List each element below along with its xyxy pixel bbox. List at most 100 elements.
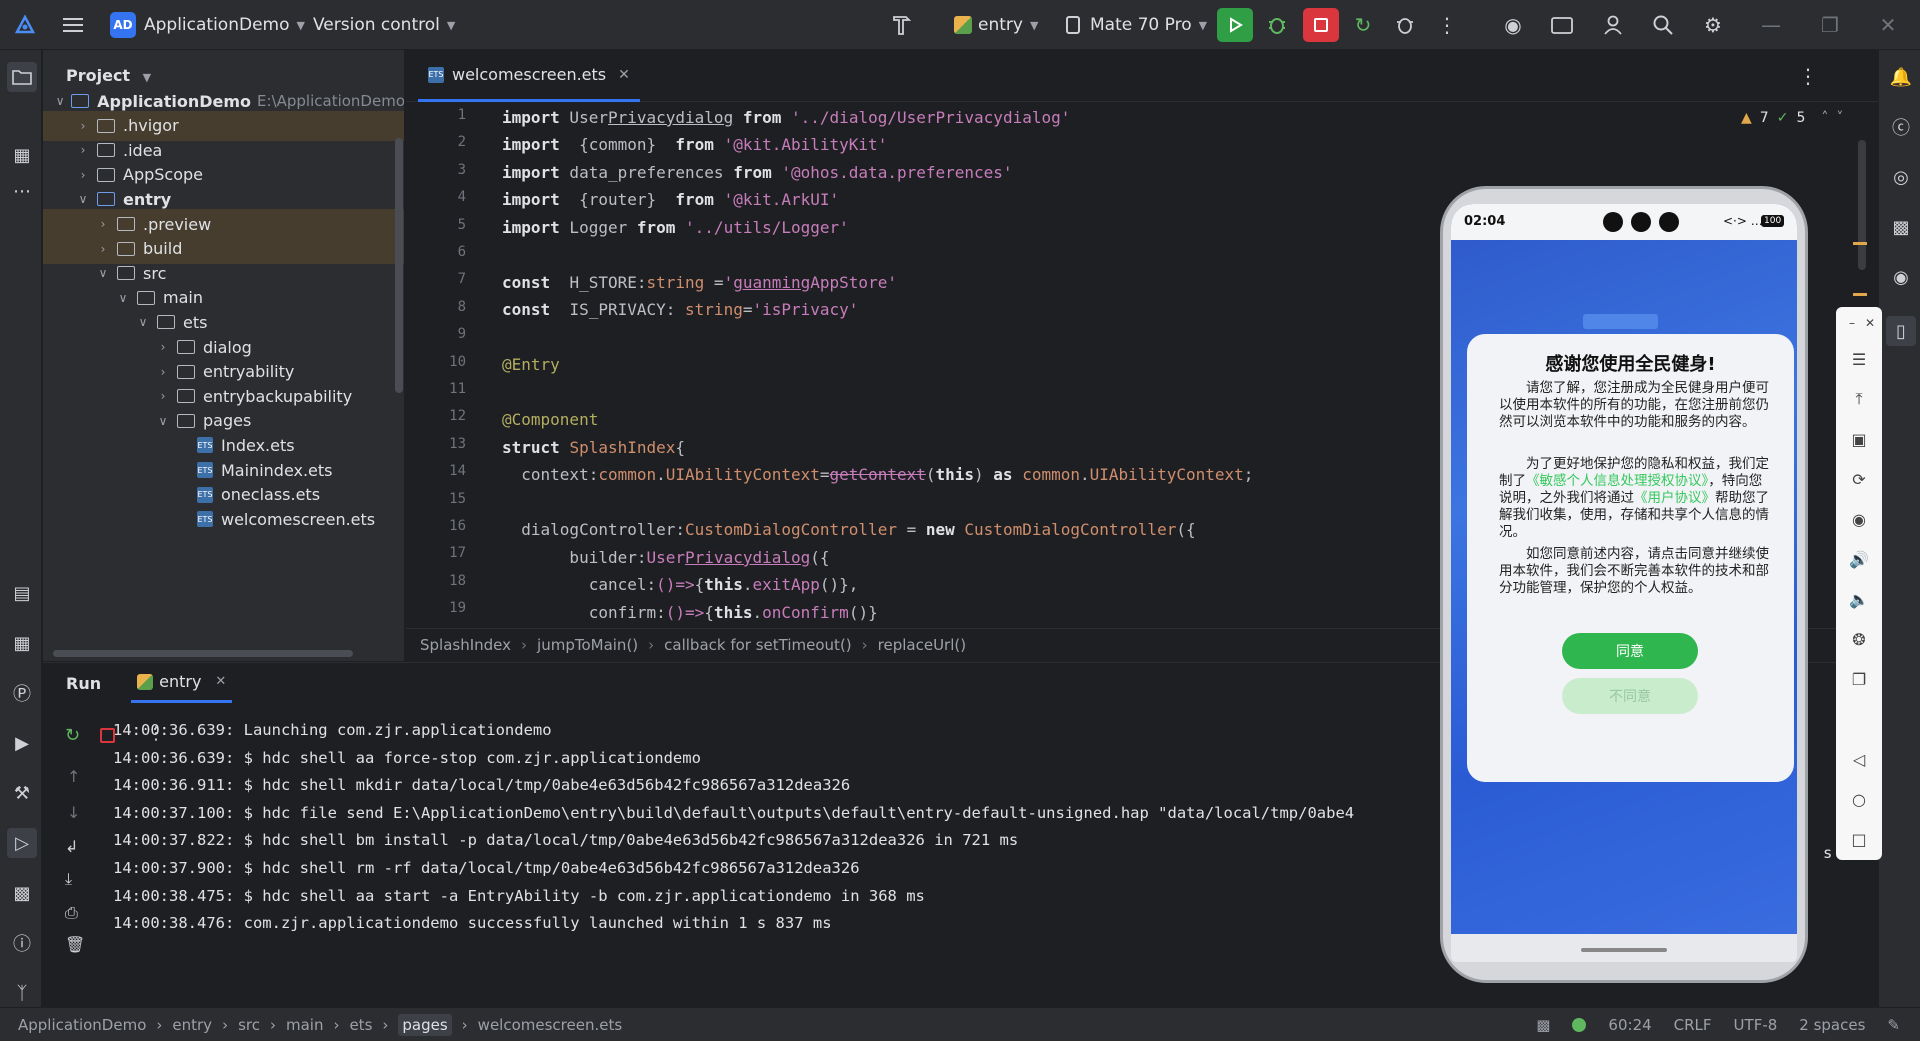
indent-setting[interactable]: 2 spaces	[1799, 1016, 1865, 1034]
collapse-chevron-icon[interactable]: ›	[75, 168, 91, 182]
app-logo-icon[interactable]	[12, 12, 38, 38]
collapse-chevron-icon[interactable]: ›	[155, 365, 171, 379]
readonly-toggle-icon[interactable]: ✎	[1887, 1016, 1900, 1034]
breadcrumb-item[interactable]: replaceUrl()	[878, 636, 966, 654]
device-manager-icon[interactable]	[1550, 12, 1576, 38]
volume-down-icon[interactable]: 🔈	[1849, 589, 1869, 609]
account-icon[interactable]	[1600, 12, 1626, 38]
rotate-icon[interactable]: ⟳	[1849, 469, 1869, 489]
editor-more-icon[interactable]: ⋮	[1798, 64, 1818, 88]
volume-up-icon[interactable]: 🔊	[1849, 549, 1869, 569]
editor-scrollbar[interactable]	[1858, 140, 1866, 270]
tree-hscrollbar[interactable]	[53, 650, 353, 657]
expand-chevron-icon[interactable]: ∨	[155, 414, 171, 428]
multi-window-icon[interactable]: ❐	[1849, 669, 1869, 689]
structure-icon[interactable]: ▦	[9, 142, 35, 168]
sensitive-info-agreement-link[interactable]: 《敏感个人信息处理授权协议》	[1526, 473, 1708, 489]
expand-chevron-icon[interactable]: ∨	[135, 315, 151, 329]
build-icon[interactable]: ⚒	[9, 780, 35, 806]
tree-scrollbar[interactable]	[395, 138, 403, 393]
back-nav-icon[interactable]: ◁	[1849, 749, 1869, 769]
scroll-up-icon[interactable]: ↑	[67, 767, 80, 786]
debug-bug-icon[interactable]	[1264, 12, 1290, 38]
build-hammer-icon[interactable]	[890, 12, 916, 38]
collapse-chevron-icon[interactable]: ›	[155, 340, 171, 354]
project-switcher[interactable]: AD ApplicationDemo ▼	[110, 0, 305, 50]
layout-icon[interactable]: ▦	[9, 630, 35, 656]
breadcrumb-item[interactable]: jumpToMain()	[537, 636, 638, 654]
version-control-menu[interactable]: Version control ▼	[313, 0, 455, 50]
apply-changes-icon[interactable]: ↻	[1350, 12, 1376, 38]
record-icon[interactable]: ◉	[1849, 509, 1869, 529]
rerun-icon[interactable]: ↻	[65, 725, 80, 746]
soft-wrap-icon[interactable]: ↲	[65, 837, 78, 856]
close-tab-icon[interactable]: ✕	[618, 67, 630, 83]
previewer-icon[interactable]: ◎	[1888, 164, 1914, 190]
status-path-item[interactable]: src	[238, 1016, 260, 1034]
notifications-icon[interactable]: 🔔	[1888, 64, 1914, 90]
pin-top-icon[interactable]: ⤒	[1849, 389, 1869, 409]
screenshot-crop-icon[interactable]: ▣	[1849, 429, 1869, 449]
device-screen[interactable]: 02:04 <·> …▮ 100 感谢您使用全民健身! 请您了解，您注册成为全民…	[1451, 204, 1797, 962]
minimize-icon[interactable]: —	[1758, 12, 1784, 38]
device-emulator-icon[interactable]: ▯	[1886, 316, 1916, 346]
device-selector[interactable]: Mate 70 Pro ▼	[1066, 0, 1207, 50]
collapse-chevron-icon[interactable]: ›	[75, 119, 91, 133]
breadcrumb-item[interactable]: SplashIndex	[420, 636, 511, 654]
emulator-minimize-icon[interactable]: –	[1842, 313, 1862, 333]
problems-icon[interactable]: ⓘ	[9, 930, 35, 956]
status-path-item[interactable]: main	[286, 1016, 323, 1034]
terminal-icon[interactable]: ▩	[9, 880, 35, 906]
close-window-icon[interactable]: ✕	[1875, 12, 1901, 38]
more-actions-icon[interactable]: ⋮	[1434, 12, 1460, 38]
home-indicator[interactable]	[1581, 948, 1667, 952]
run-tool-icon[interactable]: ▷	[7, 828, 37, 858]
tree-item[interactable]: ETS welcomescreen.ets	[43, 504, 404, 534]
inspection-widget[interactable]: ▲ 7 ✓ 5 ˄ ˅	[1741, 110, 1843, 126]
profiler-icon[interactable]: ◉	[1500, 12, 1526, 38]
inspector-eye-icon[interactable]: ◉	[1888, 264, 1914, 290]
tab-welcomescreen[interactable]: ETS welcomescreen.ets ✕	[418, 50, 640, 102]
close-tab-icon[interactable]: ✕	[215, 674, 226, 689]
disagree-button[interactable]: 不同意	[1562, 678, 1698, 714]
project-panel-title[interactable]: Project ▼	[66, 66, 151, 85]
tab-run-entry[interactable]: entry ✕	[131, 663, 233, 703]
status-path-item[interactable]: pages	[398, 1013, 452, 1036]
settings-gear-icon[interactable]: ⚙	[1700, 12, 1726, 38]
search-icon[interactable]	[1650, 12, 1676, 38]
emulator-menu-icon[interactable]: ☰	[1849, 349, 1869, 369]
project-folder-icon[interactable]	[7, 62, 37, 92]
status-path-item[interactable]: welcomescreen.ets	[478, 1016, 623, 1034]
expand-chevron-icon[interactable]: ∨	[95, 266, 111, 280]
home-nav-icon[interactable]: ○	[1849, 789, 1869, 809]
maximize-icon[interactable]: ❐	[1817, 12, 1843, 38]
run-config-selector[interactable]: entry ▼	[954, 0, 1038, 50]
fold-icon[interactable]: ❂	[1849, 629, 1869, 649]
attach-debugger-icon[interactable]	[1392, 12, 1418, 38]
run-panel-title[interactable]: Run	[66, 674, 101, 693]
collapse-chevron-icon[interactable]: ›	[155, 389, 171, 403]
more-tools-icon[interactable]: ⋯	[9, 178, 35, 204]
recents-nav-icon[interactable]: □	[1849, 829, 1869, 849]
git-icon[interactable]: ᛉ	[9, 980, 35, 1006]
prev-highlight-icon[interactable]: ˄	[1821, 110, 1828, 126]
main-menu-icon[interactable]	[60, 12, 86, 38]
no-device-icon[interactable]: ▩	[1536, 1016, 1550, 1034]
collapse-chevron-icon[interactable]: ›	[95, 217, 111, 231]
status-path-item[interactable]: entry	[172, 1016, 212, 1034]
user-agreement-link[interactable]: 《用户协议》	[1634, 490, 1715, 506]
todo-icon[interactable]: ▤	[9, 580, 35, 606]
status-path-item[interactable]: ets	[349, 1016, 372, 1034]
collapse-chevron-icon[interactable]: ›	[95, 242, 111, 256]
print-icon[interactable]: ⎙	[65, 903, 78, 923]
expand-chevron-icon[interactable]: ∨	[55, 94, 65, 108]
rerun-button[interactable]	[1217, 8, 1253, 42]
codegenie-icon[interactable]: ⓒ	[1888, 114, 1914, 140]
line-separator[interactable]: CRLF	[1674, 1016, 1712, 1034]
profiler-p-icon[interactable]: Ⓟ	[9, 680, 35, 706]
expand-chevron-icon[interactable]: ∨	[75, 192, 91, 206]
status-path-item[interactable]: ApplicationDemo	[18, 1016, 146, 1034]
stop-button[interactable]	[1303, 8, 1339, 42]
services-icon[interactable]: ▶	[9, 730, 35, 756]
status-ok-dot-icon[interactable]	[1572, 1018, 1587, 1032]
